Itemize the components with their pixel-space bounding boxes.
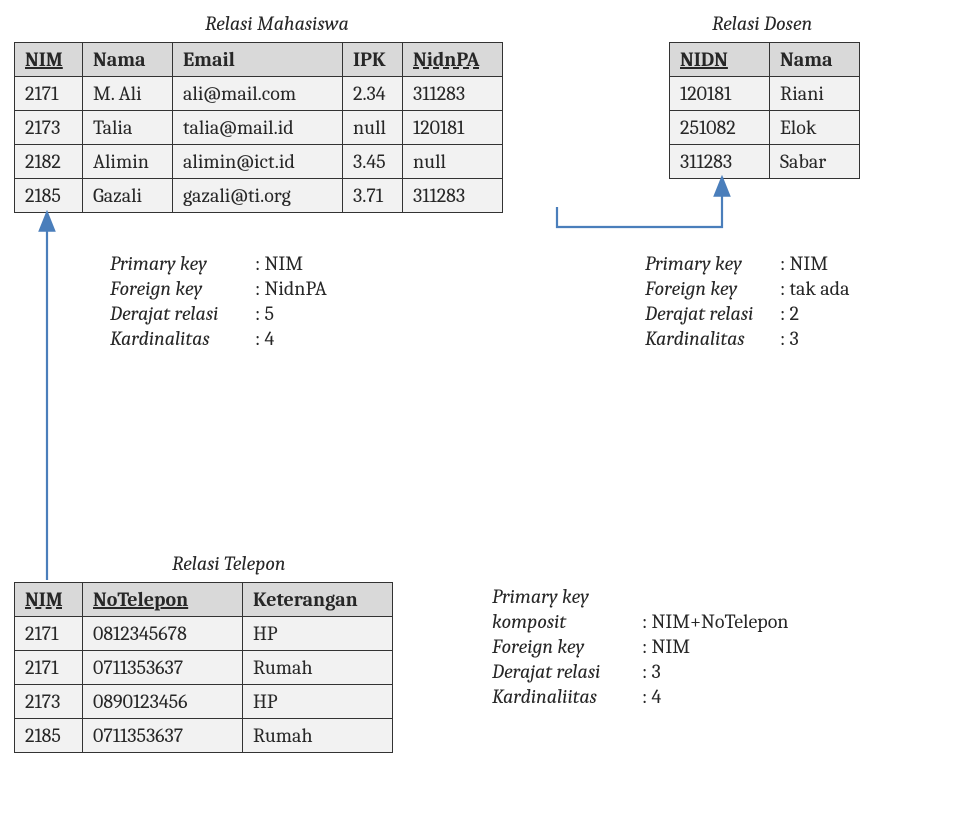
meta-label: Derajat relasi — [110, 302, 255, 325]
table-dosen: NIDN Nama 120181 Riani 251082 Elok 31128… — [669, 42, 860, 179]
diagram-canvas: Relasi Mahasiswa Relasi Dosen Relasi Tel… — [12, 12, 949, 799]
meta-label: Primary key — [110, 252, 255, 275]
meta-value: : NidnPA — [255, 277, 327, 300]
cell: 2182 — [15, 145, 83, 179]
cell: Riani — [770, 77, 860, 111]
cell: Rumah — [243, 651, 393, 685]
cell: 120181 — [403, 111, 503, 145]
table-row: 2173 Talia talia@mail.id null 120181 — [15, 111, 503, 145]
cell: 311283 — [403, 179, 503, 213]
col-nama: Nama — [780, 48, 833, 71]
cell: Elok — [770, 111, 860, 145]
meta-value: : tak ada — [780, 277, 849, 300]
cell: 2185 — [15, 179, 83, 213]
col-nim: NIM — [25, 48, 63, 71]
cell: 2173 — [15, 111, 83, 145]
table-header-row: NIM NoTelepon Keterangan — [15, 583, 393, 617]
cell: 3.45 — [343, 145, 403, 179]
meta-value: : 2 — [780, 302, 799, 325]
title-telepon: Relasi Telepon — [172, 552, 286, 575]
meta-mahasiswa: Primary key: NIM Foreign key: NidnPA Der… — [110, 252, 327, 352]
table-row: 2185 0711353637 Rumah — [15, 719, 393, 753]
meta-value: : NIM — [642, 635, 690, 658]
cell: M. Ali — [83, 77, 173, 111]
cell: 311283 — [403, 77, 503, 111]
table-row: 2171 0812345678 HP — [15, 617, 393, 651]
table-row: 2185 Gazali gazali@ti.org 3.71 311283 — [15, 179, 503, 213]
meta-value: : 4 — [255, 327, 274, 350]
meta-label: Foreign key — [492, 635, 642, 658]
cell: 2171 — [15, 651, 83, 685]
cell: 251082 — [670, 111, 770, 145]
meta-label: Kardinalitas — [645, 327, 780, 350]
meta-label: Primary key — [492, 585, 589, 608]
table-row: 2171 M. Ali ali@mail.com 2.34 311283 — [15, 77, 503, 111]
meta-value: : NIM — [780, 252, 828, 275]
col-keterangan: Keterangan — [253, 588, 358, 611]
meta-label: Primary key — [645, 252, 780, 275]
title-dosen: Relasi Dosen — [712, 12, 812, 35]
title-mahasiswa: Relasi Mahasiswa — [205, 12, 349, 35]
cell: 120181 — [670, 77, 770, 111]
cell: 0711353637 — [83, 651, 243, 685]
table-row: 2182 Alimin alimin@ict.id 3.45 null — [15, 145, 503, 179]
col-ipk: IPK — [353, 48, 386, 71]
table-telepon: NIM NoTelepon Keterangan 2171 0812345678… — [14, 582, 393, 753]
col-nidn: NIDN — [680, 48, 728, 71]
cell: HP — [243, 617, 393, 651]
col-nama: Nama — [93, 48, 146, 71]
cell: Alimin — [83, 145, 173, 179]
cell: 311283 — [670, 145, 770, 179]
table-row: 2173 0890123456 HP — [15, 685, 393, 719]
cell: 0890123456 — [83, 685, 243, 719]
table-row: 120181 Riani — [670, 77, 860, 111]
table-row: 2171 0711353637 Rumah — [15, 651, 393, 685]
meta-label: Derajat relasi — [645, 302, 780, 325]
meta-value: : 3 — [642, 660, 661, 683]
table-mahasiswa: NIM Nama Email IPK NidnPA 2171 M. Ali al… — [14, 42, 503, 213]
cell: gazali@ti.org — [173, 179, 343, 213]
meta-value: : 4 — [642, 685, 661, 708]
cell: Rumah — [243, 719, 393, 753]
table-row: 251082 Elok — [670, 111, 860, 145]
cell: 2.34 — [343, 77, 403, 111]
meta-value: : 3 — [780, 327, 799, 350]
cell: 2171 — [15, 77, 83, 111]
cell: alimin@ict.id — [173, 145, 343, 179]
col-notelepon: NoTelepon — [93, 588, 188, 611]
meta-label: Foreign key — [110, 277, 255, 300]
cell: Gazali — [83, 179, 173, 213]
meta-value: : 5 — [255, 302, 274, 325]
meta-value: : NIM — [255, 252, 303, 275]
cell: null — [343, 111, 403, 145]
col-nim: NIM — [25, 588, 63, 611]
meta-label: Foreign key — [645, 277, 780, 300]
cell: 2173 — [15, 685, 83, 719]
meta-value: : NIM+NoTelepon — [642, 610, 788, 633]
col-email: Email — [183, 48, 235, 71]
col-nidnpa: NidnPA — [413, 48, 479, 71]
arrow-mahasiswa-to-dosen — [557, 177, 722, 227]
cell: 2185 — [15, 719, 83, 753]
meta-label: Kardinaliitas — [492, 685, 642, 708]
meta-dosen: Primary key: NIM Foreign key: tak ada De… — [645, 252, 849, 352]
meta-label: Derajat relasi — [492, 660, 642, 683]
table-header-row: NIDN Nama — [670, 43, 860, 77]
cell: HP — [243, 685, 393, 719]
cell: Sabar — [770, 145, 860, 179]
table-row: 311283 Sabar — [670, 145, 860, 179]
cell: 0812345678 — [83, 617, 243, 651]
meta-telepon: Primary key komposit: NIM+NoTelepon Fore… — [492, 585, 788, 710]
cell: 2171 — [15, 617, 83, 651]
table-header-row: NIM Nama Email IPK NidnPA — [15, 43, 503, 77]
meta-label: Kardinalitas — [110, 327, 255, 350]
cell: 3.71 — [343, 179, 403, 213]
cell: 0711353637 — [83, 719, 243, 753]
cell: talia@mail.id — [173, 111, 343, 145]
cell: Talia — [83, 111, 173, 145]
cell: null — [403, 145, 503, 179]
meta-label: komposit — [492, 610, 642, 633]
cell: ali@mail.com — [173, 77, 343, 111]
